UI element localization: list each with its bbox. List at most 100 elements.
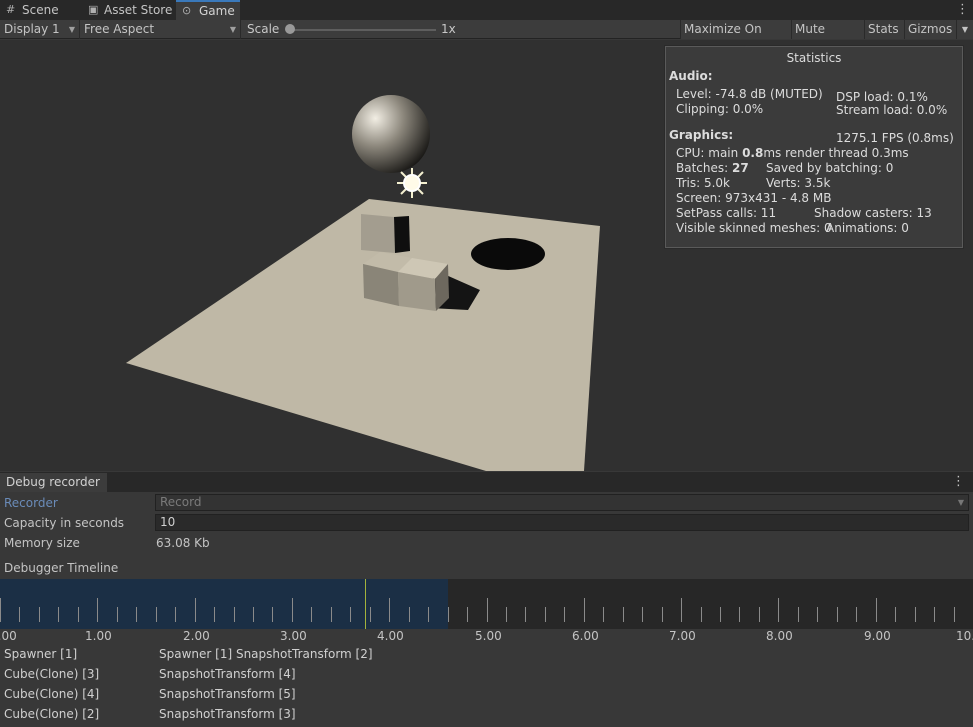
aspect-dropdown[interactable]: Free Aspect ▼ [80,20,241,39]
tab-asset-store-label: Asset Store [104,3,173,17]
display-dropdown[interactable]: Display 1 ▼ [0,20,80,39]
timeline-tick [837,607,838,622]
timeline-tick [175,607,176,622]
timeline-tick [272,607,273,622]
visible-skinned-meshes: Visible skinned meshes: 0 [676,221,832,235]
gizmos-menu-chevron-icon[interactable]: ▼ [956,20,973,39]
timeline-tick [331,607,332,622]
timeline-tick [136,607,137,622]
timeline-tick [58,607,59,622]
audio-level: Level: -74.8 dB (MUTED) [676,87,823,101]
display-dropdown-label: Display 1 [4,22,60,36]
more-options-icon[interactable]: ⋮ [956,2,969,17]
saved-by-batching: Saved by batching: 0 [766,161,894,175]
recorded-object-name[interactable]: Cube(Clone) [2] [4,707,99,721]
timeline-tick-label: 8.00 [766,629,793,643]
recorded-object-name[interactable]: Cube(Clone) [3] [4,667,99,681]
timeline-tick-label: 4.00 [377,629,404,643]
timeline-tick [701,607,702,622]
verts: Verts: 3.5k [766,176,831,190]
gamepad-icon: ⊙ [182,4,192,17]
capacity-label: Capacity in seconds [4,516,125,530]
cpu-prefix: CPU: main [676,146,743,160]
batches: Batches: 27 [676,161,749,175]
animations: Animations: 0 [826,221,909,235]
timeline-tick-label: 6.00 [572,629,599,643]
tab-scene[interactable]: # Scene [0,0,82,20]
timeline-tick [934,607,935,622]
timeline-label: Debugger Timeline [4,561,119,575]
light-gizmo-icon [397,168,427,198]
chevron-down-icon: ▼ [957,498,964,507]
timeline-tick [487,598,488,622]
screen-info: Screen: 973x431 - 4.8 MB [676,191,832,205]
tris: Tris: 5.0k [676,176,730,190]
stream-load: Stream load: 0.0% [836,103,948,117]
recorded-object-name[interactable]: Spawner [1] [4,647,77,661]
floating-cube-side [394,216,410,253]
chevron-down-icon: ▼ [68,25,75,34]
aspect-dropdown-label: Free Aspect [84,22,155,36]
statistics-panel: Statistics Audio: Level: -74.8 dB (MUTED… [665,46,963,248]
timeline-tick [19,607,20,622]
audio-header: Audio: [669,69,713,83]
timeline-tick [97,598,98,622]
timeline-tick [720,607,721,622]
timeline-tick [856,607,857,622]
timeline-tick-label: 2.00 [183,629,210,643]
timeline-tick [954,607,955,622]
scale-slider-track[interactable] [288,29,436,31]
fps-readout: 1275.1 FPS (0.8ms) [836,131,954,145]
recorded-object-detail: SnapshotTransform [3] [159,707,296,721]
timeline-tick [681,598,682,622]
timeline-tick-label: 5.00 [475,629,502,643]
timeline-tick [234,607,235,622]
maximize-on-play-button[interactable]: Maximize On Play [680,20,791,55]
recorded-object-detail: SnapshotTransform [5] [159,687,296,701]
timeline-tick [895,607,896,622]
game-toolbar: Display 1 ▼ Free Aspect ▼ Scale 1x Maxim… [0,20,973,55]
memory-label: Memory size [4,536,80,550]
gizmos-button[interactable]: Gizmos [904,20,956,39]
scale-label: Scale [247,22,280,36]
timeline-tick [389,598,390,622]
timeline-tick [350,607,351,622]
dsp-load: DSP load: 0.1% [836,90,928,104]
tab-game[interactable]: ⊙ Game [176,0,240,20]
recorded-object-name[interactable]: Cube(Clone) [4] [4,687,99,701]
timeline-tick [642,607,643,622]
capacity-input[interactable]: 10 [155,514,969,531]
timeline-tick-label: 3.00 [280,629,307,643]
timeline-tick [623,607,624,622]
tab-debug-recorder[interactable]: Debug recorder [0,473,107,492]
cpu-time: CPU: main 0.8ms render thread 0.3ms [676,146,909,160]
timeline-tick [156,607,157,622]
recorder-dropdown[interactable]: Record ▼ [155,494,969,511]
sphere [352,95,430,173]
timeline-recorded-range [0,579,448,629]
scale-slider-handle[interactable] [285,24,295,34]
memory-value: 63.08 Kb [156,536,210,550]
timeline-tick [292,598,293,622]
timeline-tick [428,607,429,622]
tab-asset-store[interactable]: ▣ Asset Store [82,0,176,20]
stats-button[interactable]: Stats [864,20,904,39]
mute-audio-button[interactable]: Mute Audio [791,20,864,55]
asset-store-icon: ▣ [88,3,99,16]
panel-options-icon[interactable]: ⋮ [952,474,965,489]
timeline-cursor[interactable] [365,579,366,629]
timeline-tick-label: 1.00 [85,629,112,643]
timeline-tick-label: 0.00 [0,629,17,643]
recorder-dropdown-value: Record [160,495,202,509]
recorder-label: Recorder [4,496,58,510]
debug-tab-bar [0,472,973,492]
timeline-tick-label: 10.00 [956,629,973,643]
timeline-tick [817,607,818,622]
timeline-tick [506,607,507,622]
timeline-tick-label: 7.00 [669,629,696,643]
batches-value: 27 [732,161,749,175]
timeline-tick [662,607,663,622]
timeline-tick [739,607,740,622]
graphics-header: Graphics: [669,128,734,142]
timeline-tick [370,607,371,622]
